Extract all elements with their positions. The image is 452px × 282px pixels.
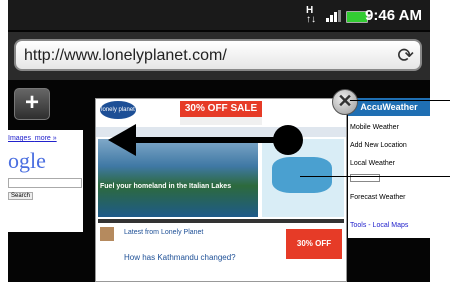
signal-icon xyxy=(326,10,342,22)
refresh-icon[interactable]: ⟳ xyxy=(397,43,414,68)
accu-item-0[interactable]: Mobile Weather xyxy=(350,124,399,131)
new-window-button[interactable]: + xyxy=(14,88,50,120)
lp-logo-text: lonely planet xyxy=(101,107,135,113)
lp-section-icon xyxy=(100,227,114,241)
left-link-more[interactable]: more » xyxy=(35,135,57,142)
lp-hero-caption: Fuel your homeland in the Italian Lakes xyxy=(100,183,232,190)
phone-screen: H ↑↓ 9:46 AM http://www.lonelyplanet.com/… xyxy=(8,0,430,282)
lp-ad-banner[interactable]: 30% OFF SALE xyxy=(180,101,262,117)
lp-ad-text: 30% OFF SALE xyxy=(184,103,258,114)
swipe-left-arrow-icon xyxy=(108,124,303,156)
close-window-button[interactable]: ✕ xyxy=(332,89,358,115)
left-search-button[interactable]: Search xyxy=(8,192,34,200)
status-time: 9:46 AM xyxy=(365,7,422,24)
lp-ad2[interactable]: 30% OFF xyxy=(286,229,342,259)
accu-item-1[interactable]: Add New Location xyxy=(350,142,407,149)
status-bar: H ↑↓ 9:46 AM xyxy=(8,0,430,30)
window-thumbnail-left[interactable]: Images more » ogle Search xyxy=(8,130,83,232)
left-search-field[interactable] xyxy=(8,178,82,188)
lp-strip xyxy=(98,219,344,223)
address-bar[interactable]: http://www.lonelyplanet.com/ ⟳ xyxy=(14,39,422,71)
accu-item-2[interactable]: Local Weather xyxy=(350,160,395,167)
accu-item-3[interactable]: Forecast Weather xyxy=(350,194,406,201)
lp-section-title: Latest from Lonely Planet xyxy=(124,229,204,236)
window-thumbnail-right[interactable]: AccuWeather Mobile Weather Add New Locat… xyxy=(348,98,430,238)
google-logo: ogle xyxy=(8,148,46,174)
callout-line-close xyxy=(350,100,450,101)
url-text[interactable]: http://www.lonelyplanet.com/ xyxy=(24,47,227,65)
lp-article-link[interactable]: How has Kathmandu changed? xyxy=(124,253,236,262)
network-icon: H ↑↓ xyxy=(306,5,316,25)
left-link-images[interactable]: Images xyxy=(8,135,31,142)
google-logo-text: ogle xyxy=(8,148,46,173)
address-bar-container: http://www.lonelyplanet.com/ ⟳ xyxy=(8,32,430,80)
lp-logo: lonely planet xyxy=(100,101,136,119)
lp-ad2-text: 30% OFF xyxy=(296,239,332,248)
callout-line-thumb xyxy=(300,176,450,177)
accu-item-4[interactable]: Tools - Local Maps xyxy=(350,222,408,229)
